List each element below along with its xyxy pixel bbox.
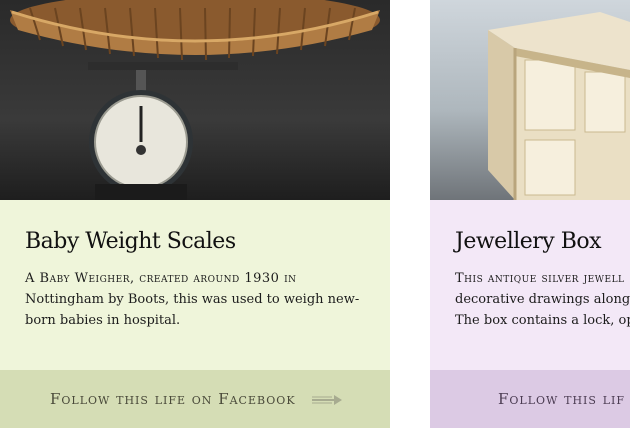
card-jewellery-box: Jewellery Box This antique silver jewell…: [430, 0, 630, 428]
follow-label: Follow this life on Facebook: [50, 390, 296, 408]
card-baby-weight-scales: Baby Weight Scales A Baby Weigher, creat…: [0, 0, 390, 428]
description-line-3: The box contains a lock, oper: [455, 313, 630, 328]
follow-facebook-link[interactable]: Follow this lif: [430, 370, 630, 428]
baby-scales-image: [10, 0, 380, 200]
description-line-2: decorative drawings along its: [455, 292, 630, 307]
jewellery-box-image: [488, 12, 630, 200]
description-rest: Nottingham by Boots, this was used to we…: [25, 292, 360, 328]
card-body: Jewellery Box This antique silver jewell…: [455, 228, 630, 331]
card-body: Baby Weight Scales A Baby Weigher, creat…: [25, 228, 390, 331]
card-title: Jewellery Box: [455, 229, 602, 254]
description-lead: A Baby Weigher, created around 1930 in: [25, 271, 297, 286]
follow-label: Follow this lif: [498, 390, 625, 408]
right-arrow-icon: [312, 391, 342, 410]
description-lead: This antique silver jewell: [455, 271, 625, 286]
card-description: A Baby Weigher, created around 1930 in N…: [25, 268, 370, 331]
follow-facebook-link[interactable]: Follow this life on Facebook: [0, 370, 390, 428]
card-title: Baby Weight Scales: [25, 229, 236, 254]
jewellery-box-photo: [430, 0, 630, 200]
card-description: This antique silver jewell decorative dra…: [455, 268, 630, 331]
baby-scales-photo: [0, 0, 390, 200]
